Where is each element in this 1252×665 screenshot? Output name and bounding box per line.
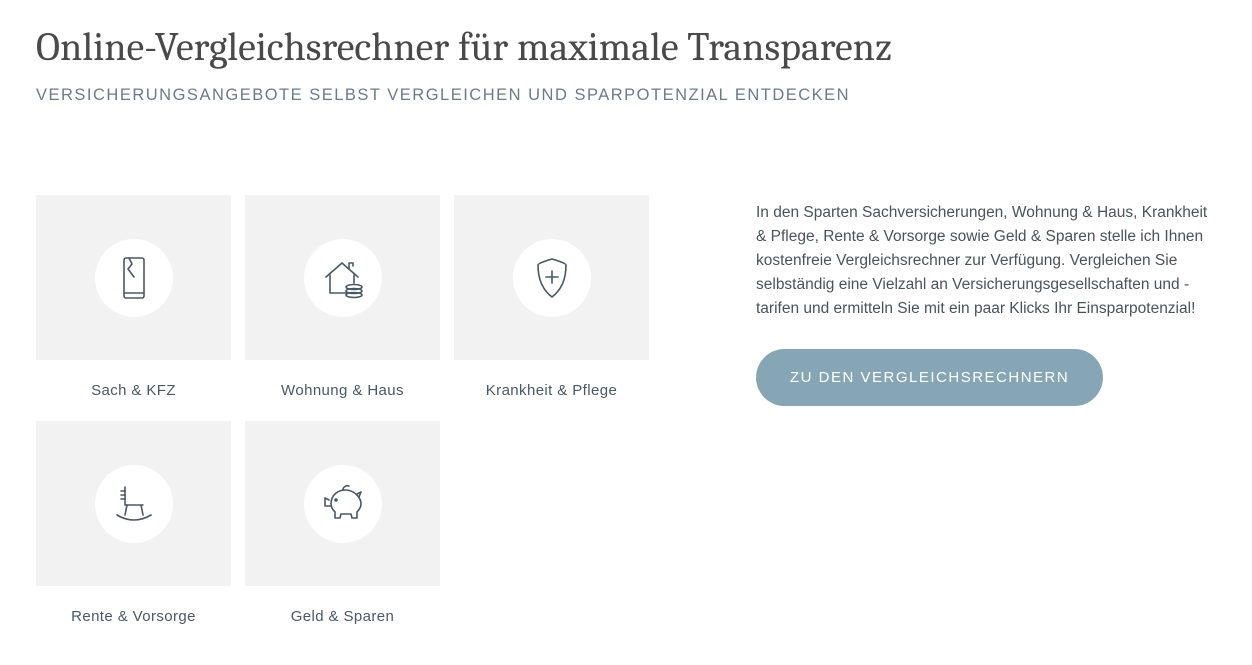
page-subtitle: VERSICHERUNGSANGEBOTE SELBST VERGLEICHEN… xyxy=(36,86,1216,105)
category-tile xyxy=(454,195,649,360)
category-card-krankheit-pflege[interactable]: Krankheit & Pflege xyxy=(454,195,649,399)
category-card-rente-vorsorge[interactable]: Rente & Vorsorge xyxy=(36,421,231,625)
house-coins-icon xyxy=(304,239,382,317)
shield-plus-icon xyxy=(513,239,591,317)
category-label: Geld & Sparen xyxy=(291,608,395,625)
broken-phone-icon xyxy=(95,239,173,317)
category-label: Sach & KFZ xyxy=(91,382,176,399)
cta-button-vergleichsrechner[interactable]: ZU DEN VERGLEICHSRECHNERN xyxy=(756,349,1103,406)
rocking-chair-icon xyxy=(95,465,173,543)
category-card-geld-sparen[interactable]: Geld & Sparen xyxy=(245,421,440,625)
category-tile xyxy=(245,421,440,586)
category-label: Rente & Vorsorge xyxy=(71,608,196,625)
category-tile xyxy=(36,195,231,360)
category-label: Krankheit & Pflege xyxy=(486,382,617,399)
category-tile xyxy=(36,421,231,586)
side-description: In den Sparten Sachversicherungen, Wohnu… xyxy=(756,201,1216,321)
category-grid: Sach & KFZ xyxy=(36,195,676,625)
category-tile xyxy=(245,195,440,360)
category-card-wohnung-haus[interactable]: Wohnung & Haus xyxy=(245,195,440,399)
category-label: Wohnung & Haus xyxy=(281,382,404,399)
piggy-bank-icon xyxy=(304,465,382,543)
category-card-sach-kfz[interactable]: Sach & KFZ xyxy=(36,195,231,399)
page-title: Online-Vergleichsrechner für maximale Tr… xyxy=(36,24,1216,70)
